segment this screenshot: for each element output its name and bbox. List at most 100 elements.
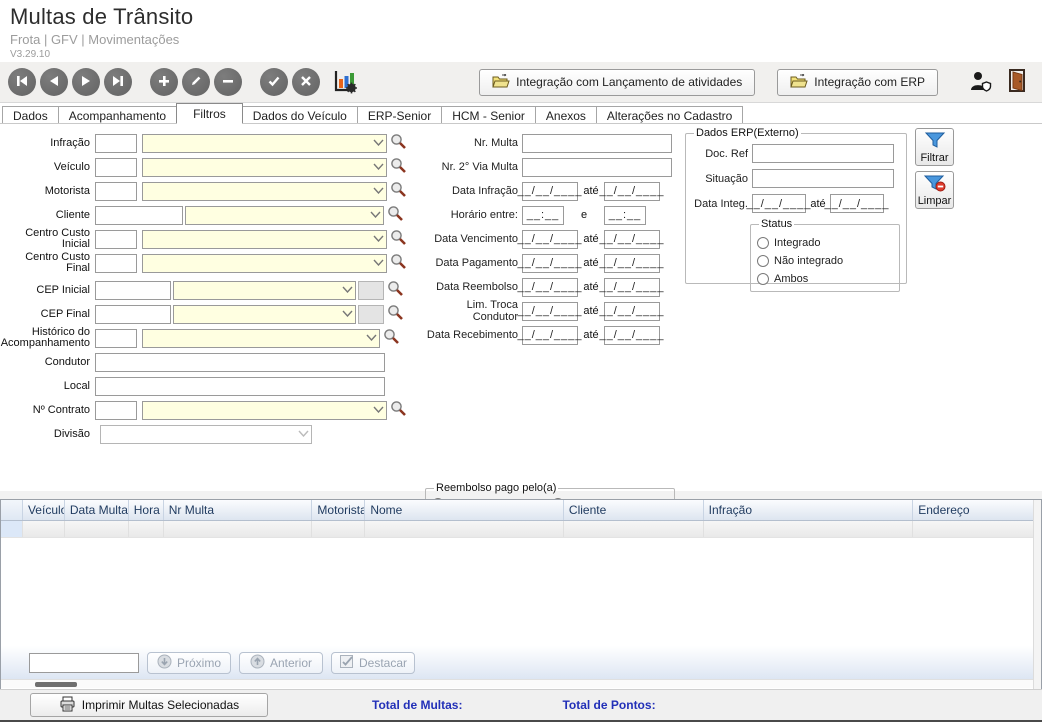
- infracao-code-input[interactable]: [95, 134, 137, 153]
- proximo-button[interactable]: Próximo: [147, 652, 231, 674]
- historico-code-input[interactable]: [95, 329, 137, 348]
- centro-custo-inicial-search-button[interactable]: [390, 229, 407, 249]
- data-infracao-de-input[interactable]: __/__/____: [522, 182, 578, 201]
- table-row[interactable]: [1, 521, 1041, 538]
- contrato-code-input[interactable]: [95, 401, 137, 420]
- veiculo-search-button[interactable]: [390, 157, 407, 177]
- cancel-button[interactable]: [292, 68, 320, 96]
- tab-alteracoes-no-cadastro[interactable]: Alterações no Cadastro: [596, 106, 743, 124]
- vertical-scrollbar[interactable]: [1033, 500, 1041, 689]
- integration-erp-button[interactable]: Integração com ERP: [777, 69, 938, 96]
- col-nome[interactable]: Nome: [365, 500, 564, 520]
- radio-ambos-status[interactable]: Ambos: [757, 271, 893, 286]
- motorista-search-button[interactable]: [390, 181, 407, 201]
- horizontal-scrollbar[interactable]: [1, 679, 1041, 688]
- col-motorista[interactable]: Motorista: [312, 500, 365, 520]
- cep-final-search-button[interactable]: [387, 304, 404, 324]
- last-record-button[interactable]: [104, 68, 132, 96]
- data-vencimento-ate-input[interactable]: __/__/____: [604, 230, 660, 249]
- nr-multa-input[interactable]: [522, 134, 672, 153]
- data-pagamento-ate-input[interactable]: __/__/____: [604, 254, 660, 273]
- data-pagamento-de-input[interactable]: __/__/____: [522, 254, 578, 273]
- data-integ-de-input[interactable]: __/__/____: [752, 194, 806, 213]
- veiculo-select[interactable]: [142, 158, 387, 177]
- radio-nao-integrado[interactable]: Não integrado: [757, 253, 893, 268]
- cliente-search-button[interactable]: [387, 205, 404, 225]
- cliente-select[interactable]: [185, 206, 384, 225]
- horario-ate-input[interactable]: __:__: [604, 206, 646, 225]
- data-reembolso-de-input[interactable]: __/__/____: [522, 278, 578, 297]
- limpar-button[interactable]: Limpar: [915, 171, 954, 209]
- edit-button[interactable]: [182, 68, 210, 96]
- local-input[interactable]: [95, 377, 385, 396]
- centro-custo-final-code-input[interactable]: [95, 254, 137, 273]
- data-recebimento-ate-input[interactable]: __/__/____: [604, 326, 660, 345]
- col-cliente[interactable]: Cliente: [564, 500, 704, 520]
- grid-search-input[interactable]: [29, 653, 139, 673]
- scrollbar-thumb[interactable]: [35, 682, 77, 687]
- destacar-button[interactable]: Destacar: [331, 652, 415, 674]
- imprimir-button[interactable]: Imprimir Multas Selecionadas: [30, 693, 268, 717]
- tab-filtros[interactable]: Filtros: [176, 103, 243, 124]
- erp-situacao-input[interactable]: [752, 169, 894, 188]
- add-button[interactable]: [150, 68, 178, 96]
- first-record-button[interactable]: [8, 68, 36, 96]
- contrato-select[interactable]: [142, 401, 387, 420]
- infracao-search-button[interactable]: [390, 133, 407, 153]
- data-reembolso-ate-input[interactable]: __/__/____: [604, 278, 660, 297]
- cep-final-select[interactable]: [173, 305, 356, 324]
- row-selector-cell[interactable]: [1, 521, 23, 537]
- doc-ref-input[interactable]: [752, 144, 894, 163]
- filtrar-button[interactable]: Filtrar: [915, 128, 954, 166]
- condutor-input[interactable]: [95, 353, 385, 372]
- nr-2via-input[interactable]: [522, 158, 672, 177]
- data-integ-ate-input[interactable]: __/__/____: [830, 194, 884, 213]
- cep-inicial-code-input[interactable]: [95, 281, 171, 300]
- tab-erp-senior[interactable]: ERP-Senior: [357, 106, 442, 124]
- remove-button[interactable]: [214, 68, 242, 96]
- next-record-button[interactable]: [72, 68, 100, 96]
- centro-custo-final-select[interactable]: [142, 254, 387, 273]
- cliente-code-input[interactable]: [95, 206, 183, 225]
- col-veiculo[interactable]: Veículo: [23, 500, 65, 520]
- infracao-select[interactable]: [142, 134, 387, 153]
- lim-troca-ate-input[interactable]: __/__/____: [604, 302, 660, 321]
- chart-settings-button[interactable]: [330, 67, 360, 97]
- motorista-code-input[interactable]: [95, 182, 137, 201]
- centro-custo-inicial-select[interactable]: [142, 230, 387, 249]
- cep-inicial-search-button[interactable]: [387, 280, 404, 300]
- data-vencimento-de-input[interactable]: __/__/____: [522, 230, 578, 249]
- integration-activities-button[interactable]: Integração com Lançamento de atividades: [479, 69, 755, 96]
- data-infracao-ate-input[interactable]: __/__/____: [604, 182, 660, 201]
- col-infracao[interactable]: Infração: [704, 500, 914, 520]
- historico-select[interactable]: [142, 329, 380, 348]
- col-data-multa[interactable]: Data Multa: [65, 500, 129, 520]
- anterior-button[interactable]: Anterior: [239, 652, 323, 674]
- filter-row-centro-custo-final: Centro Custo Final: [0, 251, 407, 275]
- tab-dados[interactable]: Dados: [2, 106, 59, 124]
- historico-search-button[interactable]: [383, 328, 400, 348]
- lim-troca-de-input[interactable]: __/__/____: [522, 302, 578, 321]
- centro-custo-inicial-code-input[interactable]: [95, 230, 137, 249]
- motorista-select[interactable]: [142, 182, 387, 201]
- tab-acompanhamento[interactable]: Acompanhamento: [58, 106, 177, 124]
- cep-final-code-input[interactable]: [95, 305, 171, 324]
- tab-hcm-senior[interactable]: HCM - Senior: [441, 106, 536, 124]
- user-permissions-button[interactable]: [968, 70, 992, 95]
- col-endereco[interactable]: Endereço: [913, 500, 1041, 520]
- data-recebimento-de-input[interactable]: __/__/____: [522, 326, 578, 345]
- veiculo-code-input[interactable]: [95, 158, 137, 177]
- tab-dados-do-veiculo[interactable]: Dados do Veículo: [242, 106, 358, 124]
- centro-custo-final-search-button[interactable]: [390, 253, 407, 273]
- cep-inicial-select[interactable]: [173, 281, 356, 300]
- tab-anexos[interactable]: Anexos: [535, 106, 597, 124]
- contrato-search-button[interactable]: [390, 400, 407, 420]
- radio-integrado[interactable]: Integrado: [757, 235, 893, 250]
- previous-record-button[interactable]: [40, 68, 68, 96]
- exit-button[interactable]: [1008, 69, 1028, 96]
- col-nr-multa[interactable]: Nr Multa: [164, 500, 313, 520]
- horario-de-input[interactable]: __:__: [522, 206, 564, 225]
- divisao-select[interactable]: [100, 425, 312, 444]
- confirm-button[interactable]: [260, 68, 288, 96]
- col-hora[interactable]: Hora: [129, 500, 164, 520]
